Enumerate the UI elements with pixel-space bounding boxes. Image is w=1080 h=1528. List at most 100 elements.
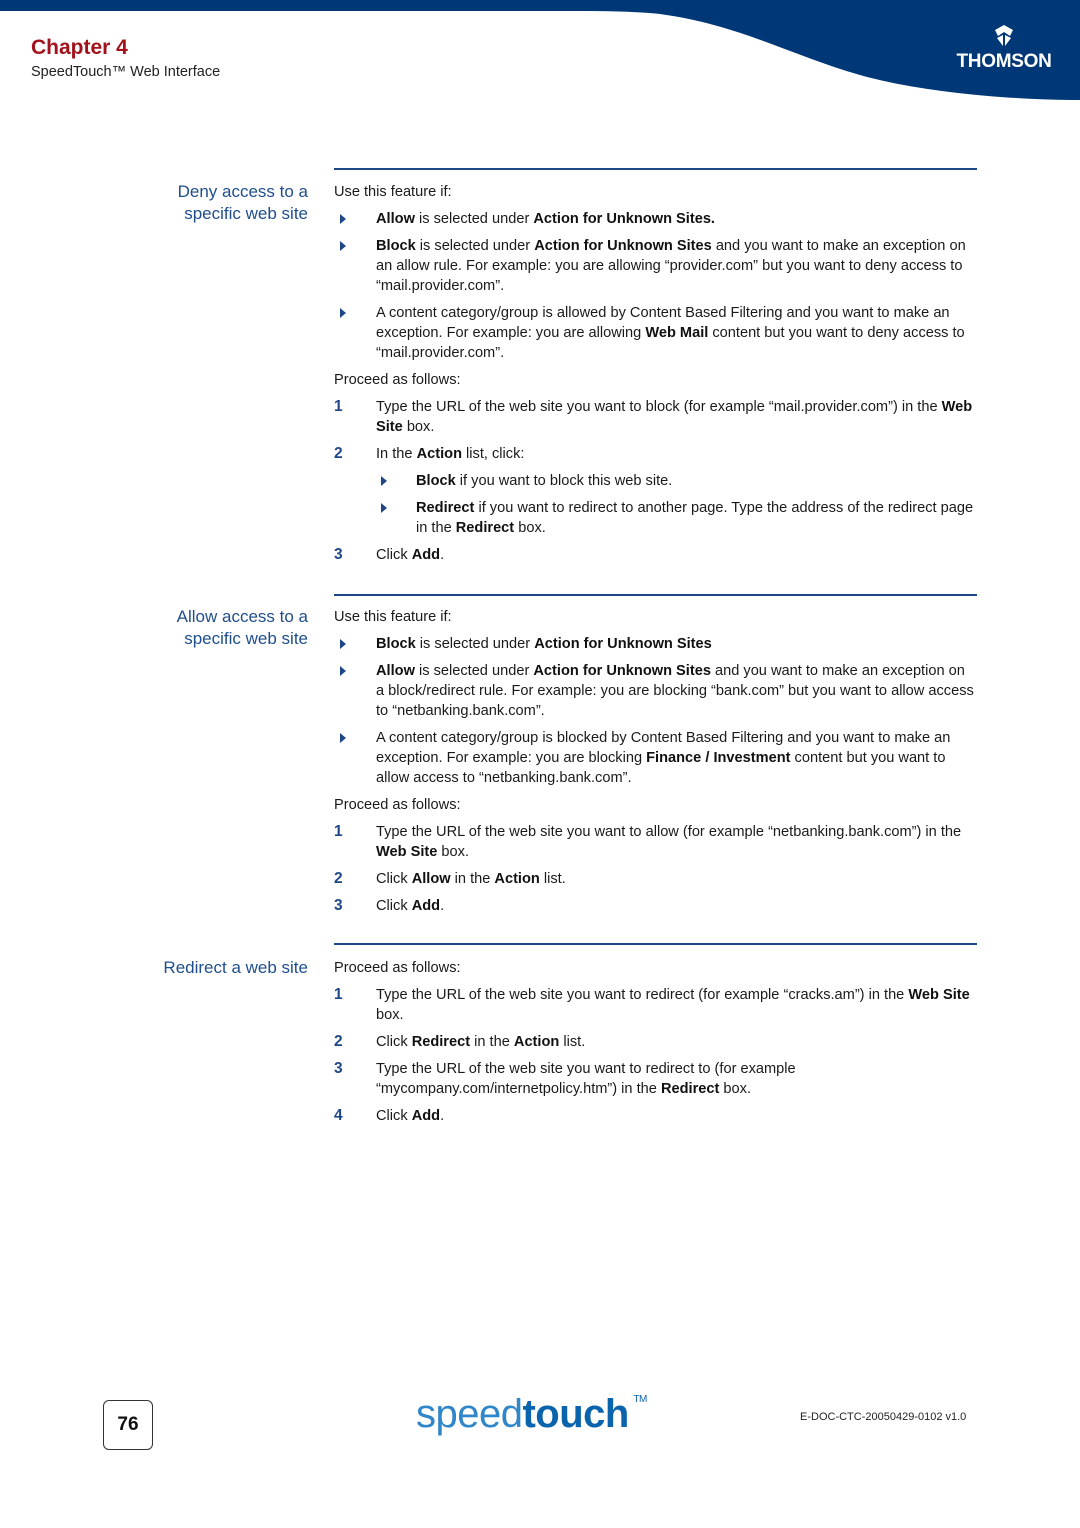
text-run: is selected under — [415, 238, 535, 254]
text-run: Type the URL of the web site you want to… — [376, 987, 909, 1003]
text-run: . — [440, 898, 445, 914]
text-run: box. — [514, 520, 546, 536]
step-item: 3 Click Add. — [334, 545, 977, 565]
bold-term: Action for Unknown Sites — [533, 663, 711, 679]
bold-term: Action for Unknown Sites — [534, 636, 712, 652]
text-run: box. — [437, 844, 470, 860]
bullet-item: Block is selected under Action for Unkno… — [334, 634, 977, 654]
sub-bullet-item: Block if you want to block this web site… — [334, 471, 977, 491]
header-banner — [0, 0, 1080, 100]
bullet-item: A content category/group is blocked by C… — [334, 728, 977, 788]
bullet-item: Allow is selected under Action for Unkno… — [334, 661, 977, 721]
section-divider — [334, 168, 977, 170]
bold-term: Action — [494, 871, 540, 887]
bullet-item: Allow is selected under Action for Unkno… — [334, 209, 977, 229]
page-number: 76 — [103, 1400, 153, 1450]
chapter-subtitle: SpeedTouch™ Web Interface — [31, 64, 221, 80]
document-id: E-DOC-CTC-20050429-0102 v1.0 — [800, 1411, 967, 1423]
step-item: 2 Click Redirect in the Action list. — [334, 1032, 977, 1052]
section-title-redirect: Redirect a web site — [163, 958, 308, 977]
step-item: 2 Click Allow in the Action list. — [334, 869, 977, 889]
bold-term: Allow — [376, 663, 415, 679]
bullet-item: Block is selected under Action for Unkno… — [334, 236, 977, 296]
bold-term: Allow — [376, 211, 415, 227]
bullet-item: A content category/group is allowed by C… — [334, 303, 977, 363]
bullet-arrow-icon — [381, 476, 387, 486]
text-run: in the — [470, 1034, 514, 1050]
step-item: 1 Type the URL of the web site you want t… — [334, 397, 977, 437]
bold-term: Block — [376, 636, 416, 652]
text-run: if you want to block this web site. — [455, 473, 673, 489]
section-title-allow: Allow access to a specific web site — [176, 607, 308, 648]
thomson-logo-text: THOMSON — [956, 51, 1052, 72]
step-number: 2 — [334, 870, 343, 887]
step-number: 2 — [334, 1033, 343, 1050]
step-number: 3 — [334, 1060, 343, 1077]
bold-term: Action for Unknown Sites — [534, 238, 712, 254]
bullet-arrow-icon — [340, 308, 346, 318]
bold-term: Block — [416, 473, 456, 489]
brand-tm: TM — [633, 1394, 647, 1405]
bold-term: Redirect — [455, 520, 515, 536]
text-run: . — [440, 1108, 445, 1124]
text-run: Click — [376, 898, 412, 914]
text-run: Click — [376, 1108, 412, 1124]
text-run: is selected under — [414, 211, 534, 227]
bold-term: Action — [416, 446, 462, 462]
section-body-allow: Use this feature if: Block is selected un… — [334, 607, 977, 916]
bold-term: Redirect — [660, 1081, 720, 1097]
intro-text: Use this feature if: — [334, 609, 452, 625]
text-run: Click — [376, 1034, 412, 1050]
text-run: is selected under — [414, 663, 534, 679]
bold-term: Allow — [411, 871, 451, 887]
bold-term: Finance / Investment — [646, 750, 791, 766]
text-run: list. — [559, 1034, 586, 1050]
step-item: 3 Type the URL of the web site you want t… — [334, 1059, 977, 1099]
bold-term: Add — [411, 547, 441, 563]
proceed-text: Proceed as follows: — [334, 372, 461, 388]
section-title-deny: Deny access to a specific web site — [177, 182, 308, 223]
proceed-text: Proceed as follows: — [334, 960, 461, 976]
thomson-logo-icon — [995, 25, 1013, 46]
step-item: 2 In the Action list, click: — [334, 444, 977, 464]
thomson-logo: THOMSON — [950, 24, 1058, 73]
step-number: 1 — [334, 986, 343, 1003]
brand-bold: touch — [522, 1392, 629, 1436]
bold-term: Web Mail — [645, 325, 709, 341]
speedtouch-logo: speedtouch TM — [416, 1392, 647, 1437]
section-divider — [334, 594, 977, 596]
step-number: 3 — [334, 897, 343, 914]
step-number: 3 — [334, 546, 343, 563]
bullet-arrow-icon — [340, 733, 346, 743]
bold-term: Redirect — [416, 500, 475, 516]
section-divider — [334, 943, 977, 945]
bold-term: Add — [411, 898, 441, 914]
text-run: list. — [539, 871, 566, 887]
section-body-redirect: Proceed as follows: 1 Type the URL of the … — [334, 958, 977, 1126]
text-run: Click — [376, 547, 412, 563]
bullet-arrow-icon — [381, 503, 387, 513]
text-run: In the — [376, 446, 417, 462]
text-run: list, click: — [461, 446, 525, 462]
bold-term: Add — [411, 1108, 441, 1124]
step-number: 2 — [334, 445, 343, 462]
bullet-arrow-icon — [340, 639, 346, 649]
text-run: Type the URL of the web site you want to… — [376, 824, 962, 840]
step-item: 4 Click Add. — [334, 1106, 977, 1126]
bold-term: Action for Unknown Sites. — [533, 211, 715, 227]
step-item: 3 Click Add. — [334, 896, 977, 916]
brand-light: speed — [416, 1392, 523, 1436]
sub-bullet-item: Redirect if you want to redirect to anot… — [334, 498, 977, 538]
text-run: box. — [719, 1081, 751, 1097]
step-item: 1 Type the URL of the web site you want t… — [334, 822, 977, 862]
bullet-arrow-icon — [340, 666, 346, 676]
step-number: 1 — [334, 823, 343, 840]
chapter-title: Chapter 4 — [31, 36, 128, 59]
step-number: 1 — [334, 398, 343, 415]
text-run: Type the URL of the web site you want to… — [376, 399, 942, 415]
text-run: in the — [450, 871, 495, 887]
bullet-arrow-icon — [340, 241, 346, 251]
proceed-text: Proceed as follows: — [334, 797, 461, 813]
bold-term: Web Site — [908, 987, 970, 1003]
text-run: Click — [376, 871, 412, 887]
